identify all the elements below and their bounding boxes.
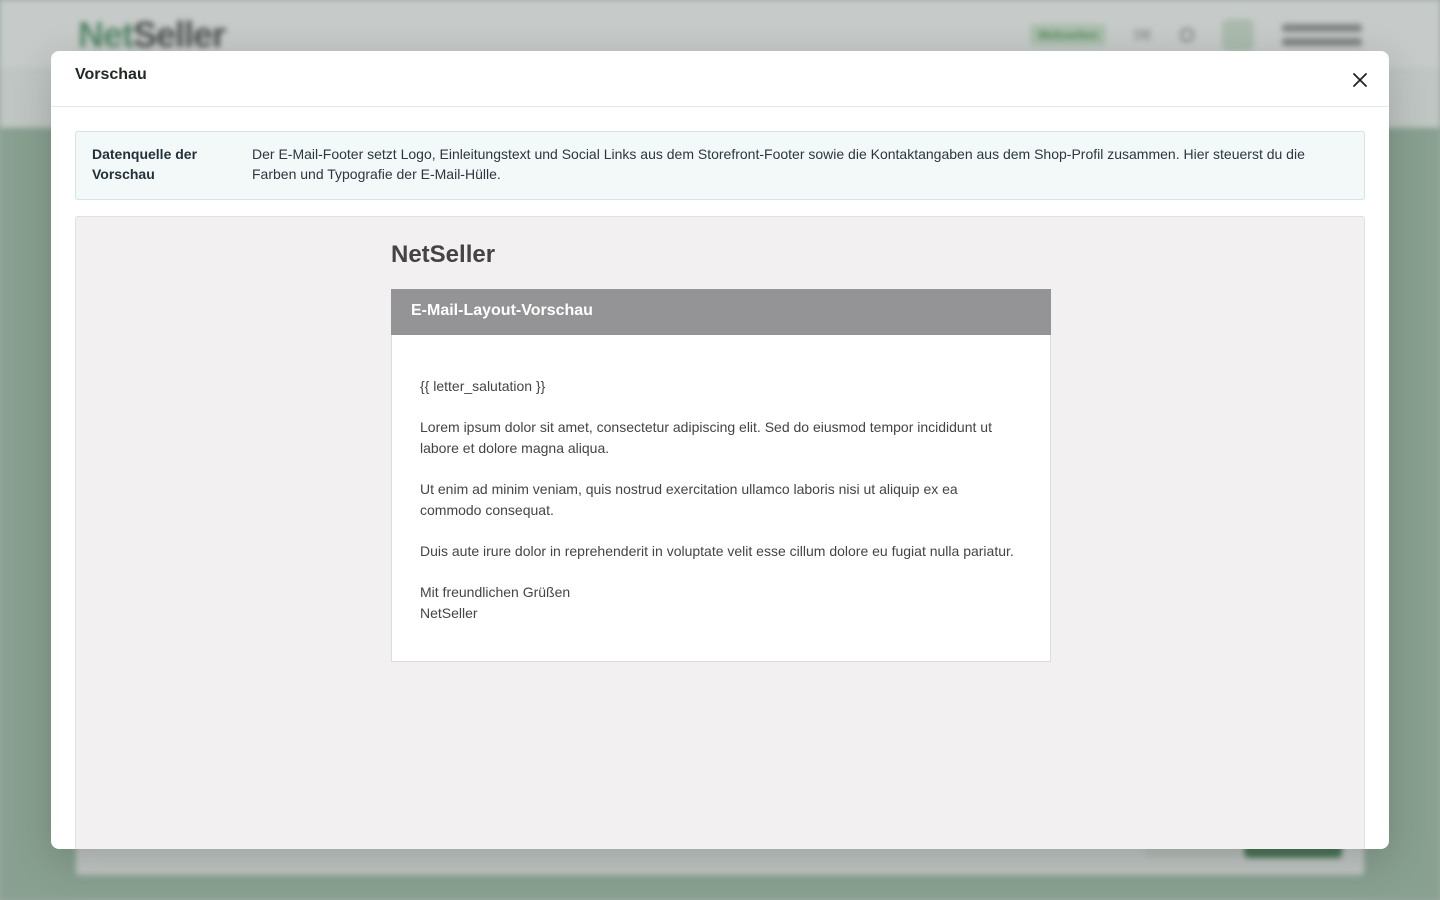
email-paragraph: Ut enim ad minim veniam, quis nostrud ex… [420,481,958,518]
email-salutation: {{ letter_salutation }} [420,378,546,394]
info-box: Datenquelle der Vorschau Der E-Mail-Foot… [75,131,1365,200]
modal-body: Datenquelle der Vorschau Der E-Mail-Foot… [51,107,1389,849]
modal-header: Vorschau [51,51,1389,107]
email-paragraph: Duis aute irure dolor in reprehenderit i… [420,543,1014,559]
email-preview-area[interactable]: NetSeller E-Mail-Layout-Vorschau {{ lett… [75,216,1365,849]
modal-title: Vorschau [75,65,147,83]
info-label: Datenquelle der Vorschau [92,146,198,182]
email-brand: NetSeller [391,241,496,268]
preview-modal: Vorschau Datenquelle der Vorschau Der E-… [51,51,1389,849]
email-content: {{ letter_salutation }} Lorem ipsum dolo… [391,335,1051,662]
info-text: Der E-Mail-Footer setzt Logo, Einleitung… [252,146,1305,182]
email-closing: Mit freundlichen Grüßen [420,584,571,600]
close-button[interactable] [1349,69,1371,91]
email-header: E-Mail-Layout-Vorschau [391,289,1051,335]
email-preview: NetSeller E-Mail-Layout-Vorschau {{ lett… [391,239,1051,662]
close-icon [1353,73,1367,87]
email-signature: NetSeller [420,605,478,621]
email-signoff: Mit freundlichen Grüßen NetSeller [420,582,1022,624]
email-paragraph: Lorem ipsum dolor sit amet, consectetur … [420,419,992,456]
